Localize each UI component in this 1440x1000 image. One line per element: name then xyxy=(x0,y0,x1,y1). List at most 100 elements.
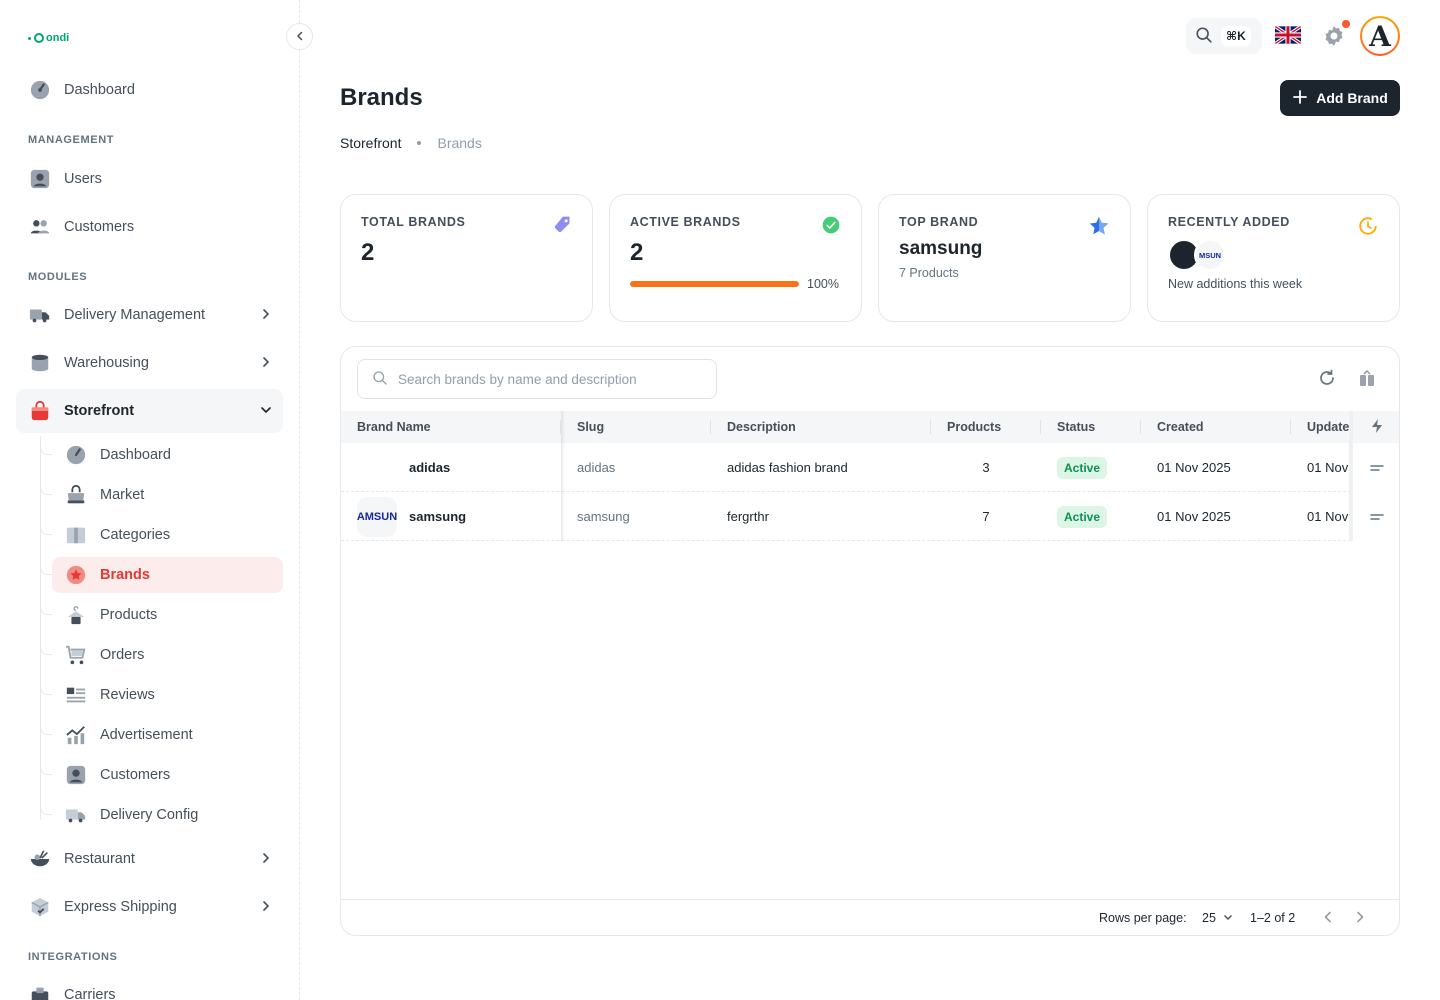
recent-avatar-group: MSUN xyxy=(1168,239,1379,271)
row-actions-column xyxy=(1349,411,1399,541)
refresh-button[interactable] xyxy=(1315,367,1339,391)
previous-page-button[interactable] xyxy=(1321,900,1335,935)
star-badge-icon xyxy=(64,563,88,587)
column-header-status[interactable]: Status xyxy=(1057,411,1137,443)
brand-logo: AMSUN xyxy=(357,496,397,537)
column-resize-handle[interactable] xyxy=(710,420,711,434)
food-icon xyxy=(28,847,52,871)
sidebar-item-label: Products xyxy=(100,607,158,623)
brand-name-cell: AMSUN samsung xyxy=(357,492,557,541)
truck-icon xyxy=(28,303,52,327)
sidebar-item-label: Dashboard xyxy=(100,447,171,463)
updated-cell: 01 Nov 2025 xyxy=(1307,460,1349,475)
tree-connector xyxy=(40,727,52,735)
star-icon xyxy=(1088,215,1110,240)
breadcrumb-link-storefront[interactable]: Storefront xyxy=(340,135,401,151)
column-header-products[interactable]: Products xyxy=(947,411,1037,443)
recent-brand-avatar[interactable]: MSUN xyxy=(1194,239,1226,271)
chevron-left-icon xyxy=(294,29,306,45)
clock-icon xyxy=(1357,215,1379,240)
sidebar-item-dashboard[interactable]: Dashboard xyxy=(16,68,283,112)
brands-table-card: Brand Name Slug Description Products Sta… xyxy=(340,346,1400,936)
table-row[interactable]: adidas adidas adidas fashion brand 3 Act… xyxy=(341,443,1399,492)
sidebar-subitem-categories[interactable]: Categories xyxy=(40,517,283,553)
recent-added-caption: New additions this week xyxy=(1168,277,1303,291)
collapse-sidebar-button[interactable] xyxy=(286,23,313,50)
gear-icon[interactable] xyxy=(1322,24,1346,51)
sidebar-item-customers[interactable]: Customers xyxy=(16,205,283,249)
sidebar-item-label: Market xyxy=(100,487,145,503)
notification-dot xyxy=(1342,20,1350,28)
sidebar-subitem-delivery-config[interactable]: Delivery Config xyxy=(40,797,283,833)
sidebar-subitem-advertisement[interactable]: Advertisement xyxy=(40,717,283,753)
truck-icon xyxy=(64,803,88,827)
brand-search-input[interactable] xyxy=(398,371,688,387)
sidebar-subitem-reviews[interactable]: Reviews xyxy=(40,677,283,713)
column-header-created[interactable]: Created xyxy=(1157,411,1277,443)
row-menu-button[interactable] xyxy=(1353,443,1399,492)
add-brand-button[interactable]: Add Brand xyxy=(1280,80,1400,116)
tree-connector xyxy=(40,687,52,695)
sidebar-item-label: Restaurant xyxy=(64,851,135,867)
description-cell: adidas fashion brand xyxy=(727,460,848,475)
sidebar-subitem-orders[interactable]: Orders xyxy=(40,637,283,673)
sidebar-item-delivery-management[interactable]: Delivery Management xyxy=(16,293,283,337)
stat-card-recently-added: RECENTLY ADDED MSUN New additions this w… xyxy=(1147,194,1400,322)
column-actions-header[interactable] xyxy=(1353,411,1399,443)
uk-flag-icon[interactable] xyxy=(1275,25,1301,45)
tree-connector xyxy=(40,447,52,455)
top-brand-products: 7 Products xyxy=(899,266,959,280)
shopping-bag-icon xyxy=(28,399,52,423)
column-header-slug[interactable]: Slug xyxy=(577,411,697,443)
column-resize-handle[interactable] xyxy=(930,420,931,434)
sidebar-subitem-dashboard[interactable]: Dashboard xyxy=(40,437,283,473)
chevron-down-icon xyxy=(1222,911,1234,926)
column-resize-handle[interactable] xyxy=(1290,420,1291,434)
sidebar-subitem-customers[interactable]: Customers xyxy=(40,757,283,793)
sidebar-item-carriers[interactable]: Carriers xyxy=(16,973,283,1000)
sidebar-item-label: Customers xyxy=(100,767,171,783)
status-badge: Active xyxy=(1057,456,1108,479)
tree-connector xyxy=(40,487,52,495)
cart-icon xyxy=(64,643,88,667)
sidebar-item-express-shipping[interactable]: Express Shipping xyxy=(16,885,283,929)
sidebar-subitem-products[interactable]: Products xyxy=(40,597,283,633)
sidebar-item-users[interactable]: Users xyxy=(16,157,283,201)
chevron-right-icon xyxy=(259,851,273,869)
global-search-button[interactable]: ⌘K xyxy=(1186,18,1262,54)
tree-connector xyxy=(40,647,52,655)
status-cell: Active xyxy=(1057,492,1137,541)
brand-search-field[interactable] xyxy=(357,359,717,399)
pinned-column-shadow xyxy=(561,411,565,541)
sidebar-item-label: Carriers xyxy=(64,987,116,1000)
columns-button[interactable] xyxy=(1355,367,1379,391)
column-header-updated[interactable]: Updated xyxy=(1307,411,1349,443)
rows-per-page-select[interactable]: 25 xyxy=(1202,900,1234,935)
page-title: Brands xyxy=(340,84,423,111)
sidebar-subitem-brands[interactable]: Brands xyxy=(40,557,283,593)
tree-connector xyxy=(40,807,52,815)
column-header-brand-name[interactable]: Brand Name xyxy=(357,411,547,443)
stat-label: TOTAL BRANDS xyxy=(361,215,466,229)
chevron-right-icon xyxy=(259,899,273,917)
sidebar-item-restaurant[interactable]: Restaurant xyxy=(16,837,283,881)
avatar[interactable]: A xyxy=(1360,16,1400,56)
sidebar-subitem-market[interactable]: Market xyxy=(40,477,283,513)
sidebar-item-storefront[interactable]: Storefront xyxy=(16,389,283,433)
user-icon xyxy=(64,763,88,787)
created-cell: 01 Nov 2025 xyxy=(1157,509,1231,524)
column-resize-handle[interactable] xyxy=(1040,420,1041,434)
app-logo[interactable]: ondi xyxy=(28,32,69,44)
sidebar-item-warehousing[interactable]: Warehousing xyxy=(16,341,283,385)
next-page-button[interactable] xyxy=(1353,900,1367,935)
table-pagination: Rows per page: 25 1–2 of 2 xyxy=(341,899,1399,935)
sidebar-item-label: Advertisement xyxy=(100,727,193,743)
chevron-right-icon xyxy=(259,307,273,325)
column-resize-handle[interactable] xyxy=(1140,420,1141,434)
table-row[interactable]: AMSUN samsung samsung fergrthr 7 Active … xyxy=(341,492,1399,541)
column-header-description[interactable]: Description xyxy=(727,411,917,443)
stat-label: ACTIVE BRANDS xyxy=(630,215,741,229)
logo-mark-icon xyxy=(34,33,44,43)
row-menu-button[interactable] xyxy=(1353,492,1399,541)
sidebar-item-label: Dashboard xyxy=(64,82,135,98)
